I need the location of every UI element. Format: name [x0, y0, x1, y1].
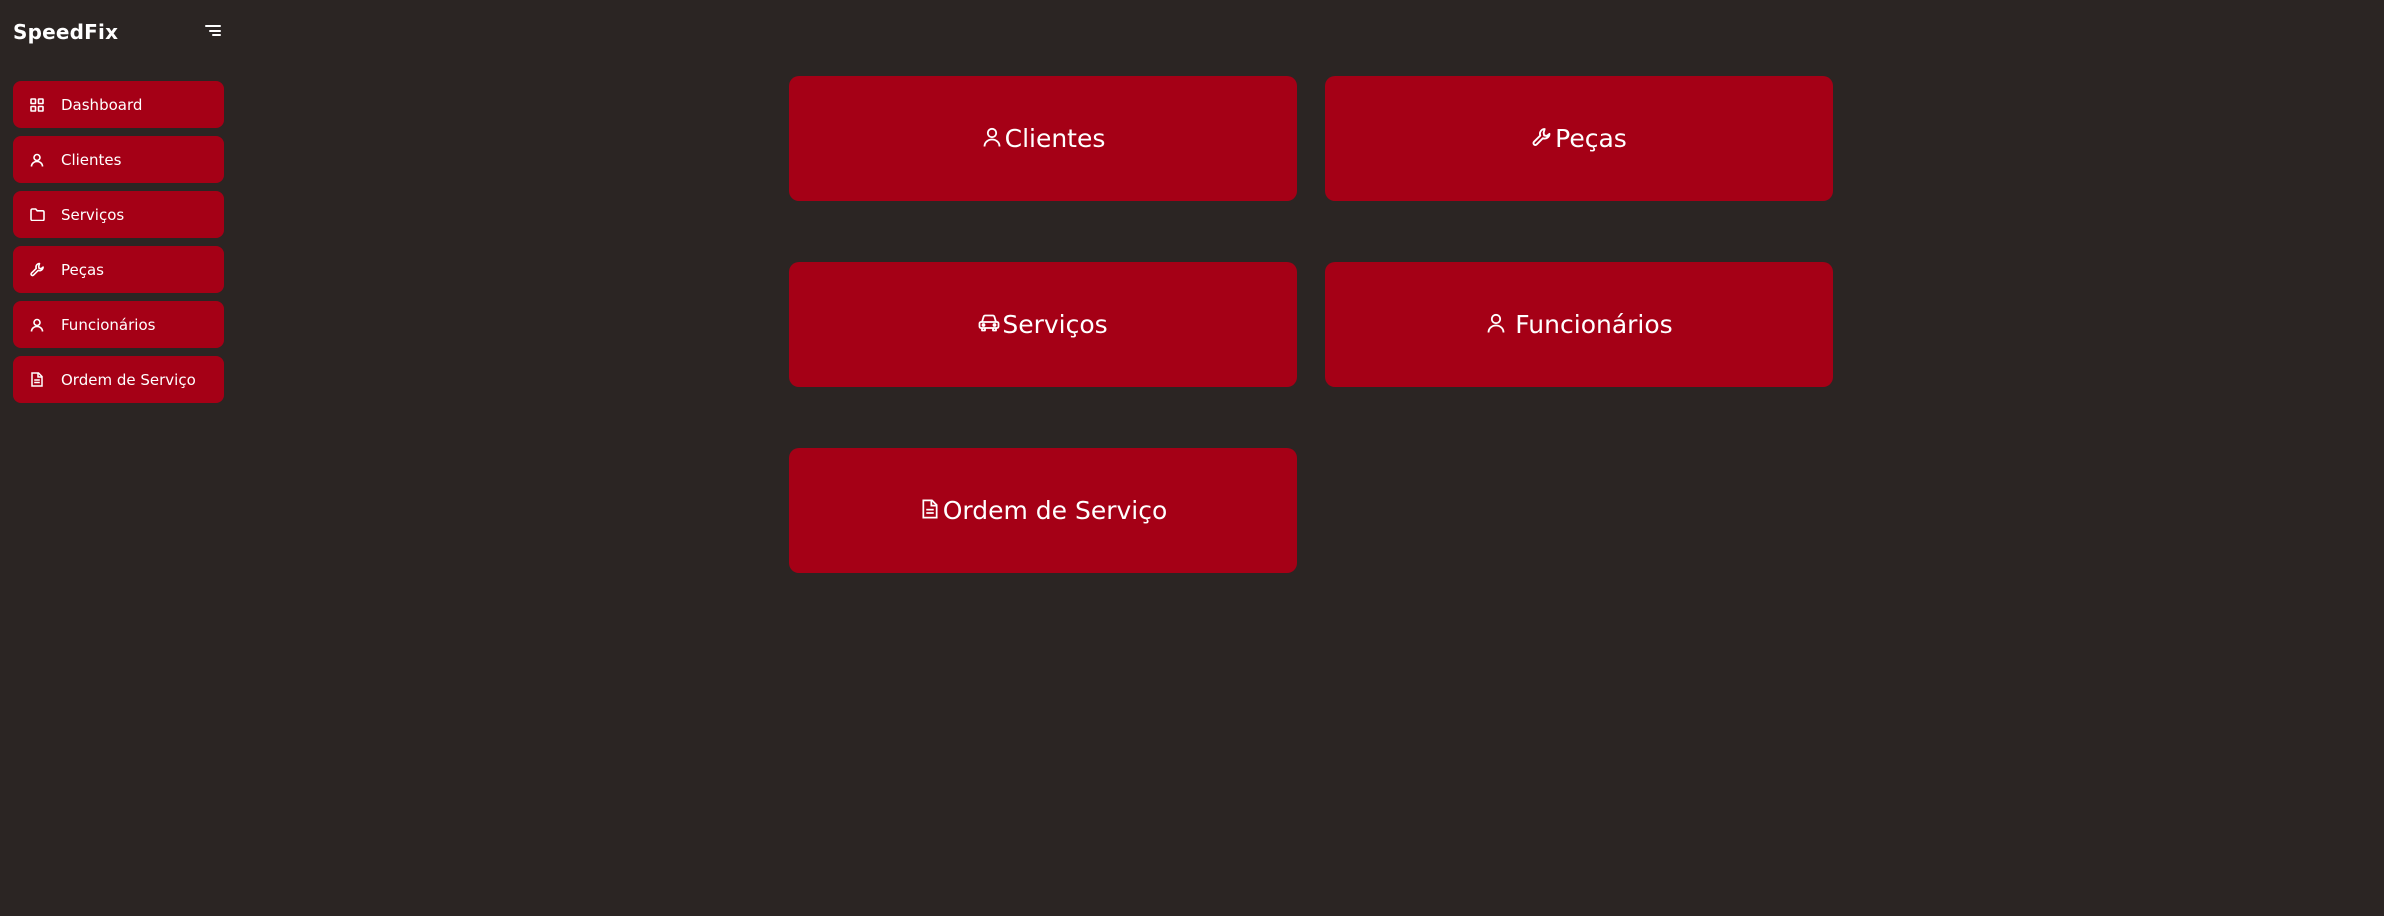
sidebar-item-clientes[interactable]: Clientes: [13, 136, 224, 183]
tile-label: Clientes: [1004, 124, 1106, 153]
user-icon: [29, 317, 45, 333]
tile-label: Funcionários: [1515, 310, 1673, 339]
sidebar-item-label: Serviços: [61, 205, 125, 224]
app-root: SpeedFix Dashboard Clientes Serviços Peç…: [0, 0, 2384, 916]
sidebar-item-pecas[interactable]: Peças: [13, 246, 224, 293]
sidebar-item-label: Dashboard: [61, 95, 143, 114]
sidebar-nav: Dashboard Clientes Serviços Peças Funcio…: [13, 81, 224, 411]
menu-lines-icon: [205, 25, 221, 36]
wrench-icon: [29, 262, 45, 278]
sidebar-item-label: Peças: [61, 260, 104, 279]
document-icon: [29, 372, 45, 388]
tile-ordem-de-servico[interactable]: Ordem de Serviço: [789, 448, 1297, 573]
tile-clientes[interactable]: Clientes: [789, 76, 1297, 201]
brand-logo[interactable]: SpeedFix: [13, 20, 118, 44]
grid-icon: [29, 97, 45, 113]
wrench-icon: [1531, 126, 1553, 148]
menu-toggle-button[interactable]: [201, 23, 221, 39]
car-icon: [978, 312, 1000, 334]
document-icon: [919, 498, 941, 520]
sidebar-item-servicos[interactable]: Serviços: [13, 191, 224, 238]
folder-icon: [29, 207, 45, 223]
sidebar-item-label: Clientes: [61, 150, 122, 169]
tile-pecas[interactable]: Peças: [1325, 76, 1833, 201]
tile-label: Ordem de Serviço: [942, 496, 1168, 525]
user-icon: [29, 152, 45, 168]
sidebar-item-funcionarios[interactable]: Funcionários: [13, 301, 224, 348]
tile-servicos[interactable]: Serviços: [789, 262, 1297, 387]
sidebar-item-label: Funcionários: [61, 315, 156, 334]
tile-label: Peças: [1555, 124, 1627, 153]
sidebar: SpeedFix Dashboard Clientes Serviços Peç…: [0, 0, 236, 916]
tile-label: Serviços: [1002, 310, 1108, 339]
sidebar-item-label: Ordem de Serviço: [61, 370, 196, 389]
sidebar-item-dashboard[interactable]: Dashboard: [13, 81, 224, 128]
user-icon: [1485, 312, 1507, 334]
user-icon: [981, 126, 1003, 148]
tile-funcionarios[interactable]: Funcionários: [1325, 262, 1833, 387]
sidebar-item-ordem-de-servico[interactable]: Ordem de Serviço: [13, 356, 224, 403]
